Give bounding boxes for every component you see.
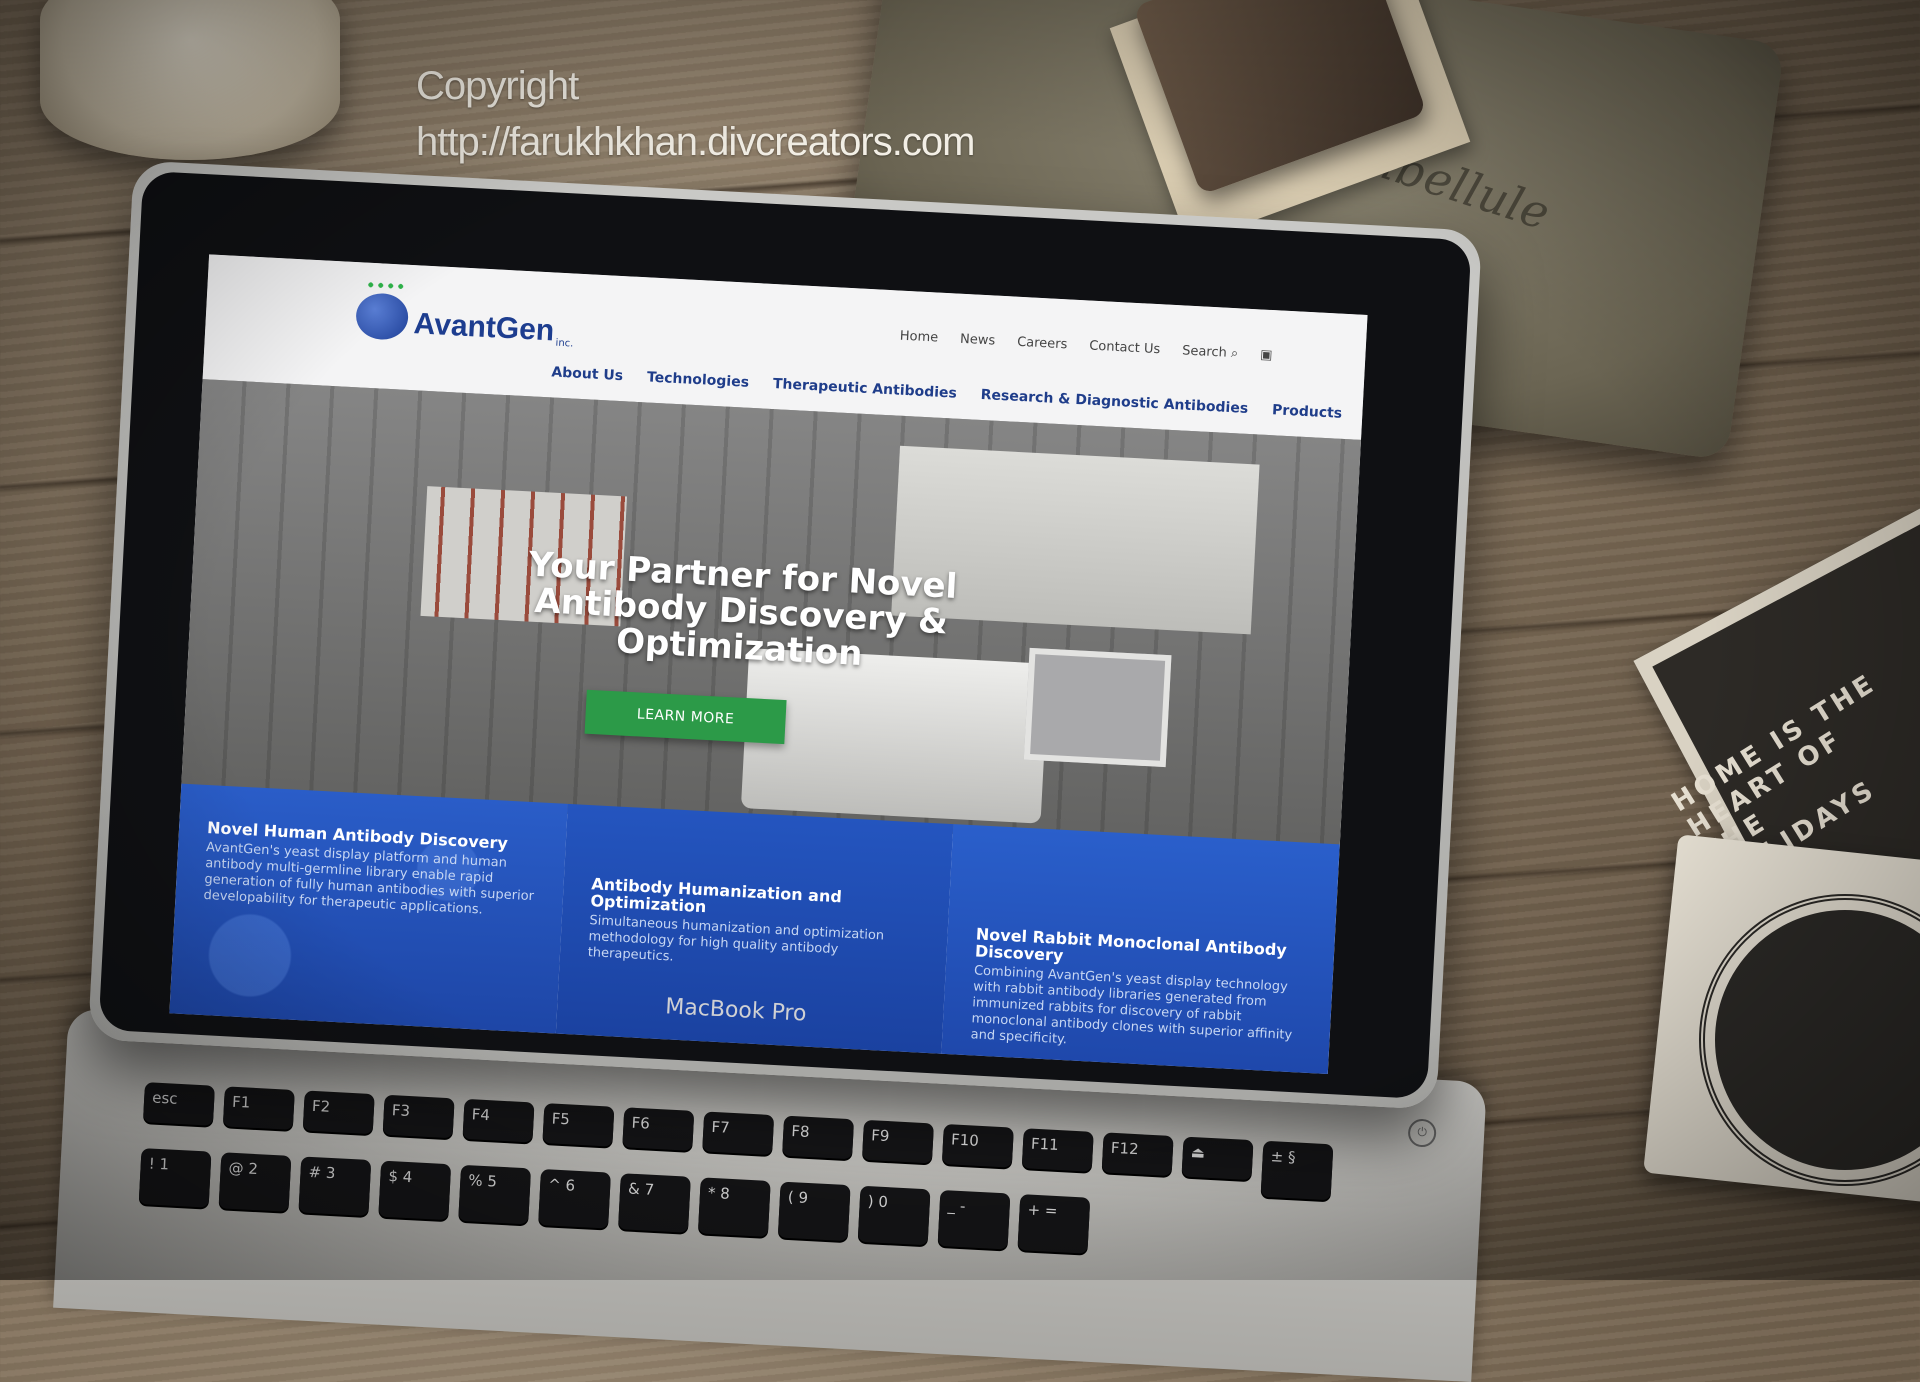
nav-careers[interactable]: Careers [1017, 335, 1068, 353]
site-logo[interactable]: AvantGen inc. [354, 292, 575, 350]
keyboard-key[interactable]: @ 2 [218, 1152, 292, 1212]
desk-jar [40, 0, 340, 160]
keyboard-key[interactable]: F9 [861, 1119, 934, 1164]
search-icon: ⌕ [1230, 345, 1239, 362]
top-nav: Home News Careers Contact Us Search ⌕ ▣ [899, 329, 1272, 364]
menu-about-us[interactable]: About Us [551, 364, 623, 384]
hero-title: Your Partner for Novel Antibody Discover… [527, 544, 959, 675]
keyboard-key[interactable]: F2 [302, 1090, 375, 1135]
keyboard-key[interactable]: * 8 [697, 1177, 771, 1237]
feature-text: Combining AvantGen's yeast display techn… [970, 963, 1293, 1048]
nav-search-label: Search [1181, 343, 1228, 361]
menu-products[interactable]: Products [1272, 402, 1343, 422]
nav-contact[interactable]: Contact Us [1089, 339, 1161, 358]
hero-lab-monitor [1023, 647, 1172, 768]
keyboard-key[interactable]: ^ 6 [538, 1168, 611, 1229]
laptop-lid: AvantGen inc. Home News Careers Contact … [87, 160, 1483, 1110]
keyboard-key[interactable]: ) 0 [857, 1185, 931, 1246]
logo-name: AvantGen [412, 307, 556, 348]
copyright-url: http://farukhkhan.divcreators.com [416, 120, 975, 164]
keyboard-key[interactable]: ( 9 [777, 1181, 851, 1242]
keyboard-key[interactable]: % 5 [458, 1164, 532, 1225]
keyboard-key[interactable]: F4 [462, 1098, 535, 1143]
screen-bezel: AvantGen inc. Home News Careers Contact … [98, 170, 1472, 1100]
menu-technologies[interactable]: Technologies [647, 369, 750, 390]
keyboard: esc F1 F2 F3 F4 F5 F6 F7 F8 F9 F10 F11 F12 ⏏ ± § ! 1 @ 2… [138, 1082, 1384, 1269]
keyboard-key[interactable]: & 7 [618, 1173, 691, 1233]
nav-search[interactable]: Search ⌕ [1182, 343, 1239, 361]
keyboard-key[interactable]: F3 [382, 1094, 455, 1139]
power-icon[interactable]: ⏻ [1407, 1118, 1437, 1148]
keyboard-key[interactable]: F12 [1101, 1132, 1174, 1176]
keyboard-key[interactable]: ! 1 [138, 1148, 212, 1208]
keyboard-key[interactable]: ± § [1260, 1140, 1334, 1201]
menu-research-diagnostic-antibodies[interactable]: Research & Diagnostic Antibodies [980, 387, 1248, 417]
hero-section: Your Partner for Novel Antibody Discover… [180, 379, 1362, 855]
feature-card[interactable]: Antibody Humanization and Optimization S… [554, 803, 954, 1064]
keyboard-key[interactable]: $ 4 [378, 1160, 452, 1221]
keyboard-key[interactable]: F5 [542, 1103, 615, 1147]
copyright-watermark: Copyright http://farukhkhan.divcreators.… [416, 58, 975, 170]
logo-icon [354, 292, 410, 341]
keyboard-key[interactable]: esc [142, 1082, 215, 1126]
linkedin-icon[interactable]: ▣ [1260, 347, 1273, 363]
keyboard-key[interactable]: F8 [782, 1115, 855, 1160]
website-screen: AvantGen inc. Home News Careers Contact … [169, 254, 1368, 1075]
learn-more-button[interactable]: LEARN MORE [584, 689, 787, 745]
keyboard-key[interactable]: _ - [937, 1189, 1011, 1250]
keyboard-key[interactable]: + = [1017, 1194, 1091, 1254]
keyboard-key[interactable]: F1 [222, 1086, 295, 1130]
copyright-label: Copyright [416, 64, 579, 108]
feature-card[interactable]: Novel Human Antibody Discovery AvantGen'… [169, 783, 568, 1044]
keyboard-key[interactable]: F11 [1021, 1128, 1094, 1172]
keyboard-key[interactable]: # 3 [298, 1156, 372, 1217]
feature-text: AvantGen's yeast display platform and hu… [203, 840, 535, 918]
menu-therapeutic-antibodies[interactable]: Therapeutic Antibodies [773, 376, 958, 402]
feature-card[interactable]: Novel Rabbit Monoclonal Antibody Discove… [941, 824, 1340, 1075]
logo-suffix: inc. [555, 337, 574, 350]
keyboard-key[interactable]: F10 [941, 1124, 1014, 1168]
keyboard-key[interactable]: ⏏ [1181, 1136, 1254, 1181]
nav-home[interactable]: Home [899, 329, 938, 346]
keyboard-key[interactable]: F6 [622, 1107, 695, 1151]
hero-lab-machine [740, 648, 1049, 824]
keyboard-key[interactable]: F7 [702, 1111, 775, 1156]
nav-news[interactable]: News [960, 332, 996, 349]
